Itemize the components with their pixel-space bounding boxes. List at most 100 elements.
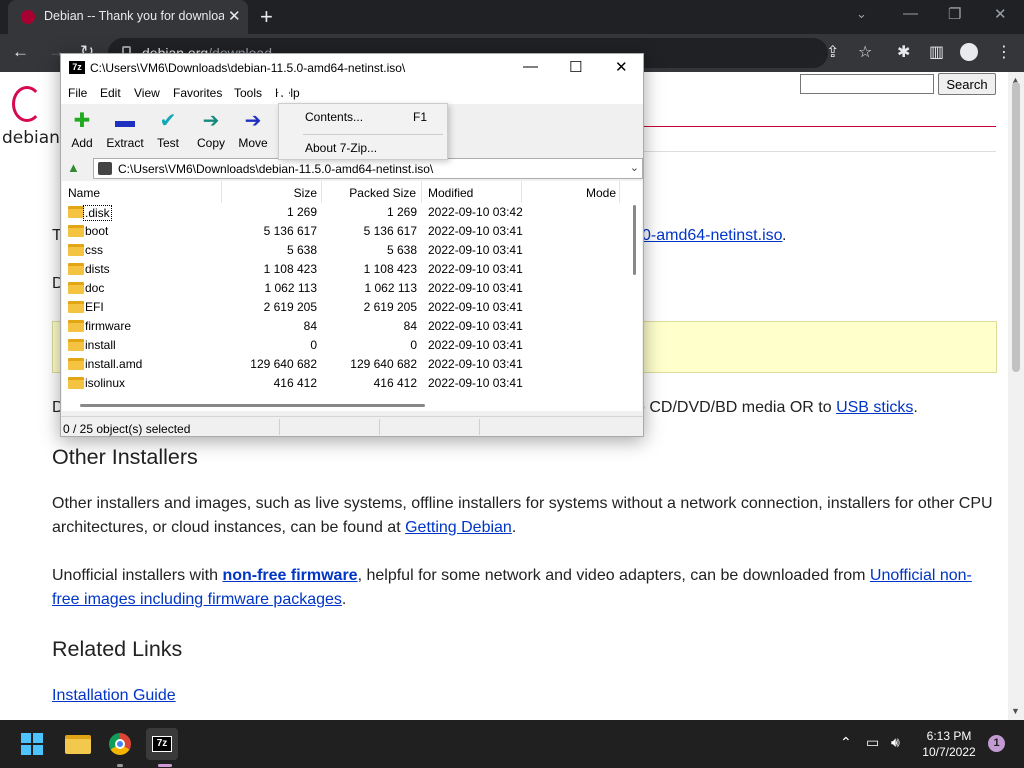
windows-start-icon[interactable] (21, 733, 43, 755)
minimize-icon[interactable]: — (903, 5, 918, 22)
non-free-firmware-link[interactable]: non-free firmware (222, 567, 357, 584)
menu-tools[interactable]: Tools (234, 86, 262, 100)
file-row[interactable]: doc 1 062 113 1 062 113 2022-09-10 03:41 (62, 279, 627, 298)
restore-icon[interactable]: ❐ (948, 5, 961, 23)
menu-favorites[interactable]: Favorites (173, 86, 222, 100)
menu-view[interactable]: View (134, 86, 160, 100)
folder-icon (68, 225, 84, 237)
file-row[interactable]: install.amd 129 640 682 129 640 682 2022… (62, 355, 627, 374)
7zip-address-input[interactable]: C:\Users\VM6\Downloads\debian-11.5.0-amd… (93, 158, 643, 179)
folder-icon (68, 320, 84, 332)
7zip-status-bar: 0 / 25 object(s) selected (61, 416, 643, 436)
clock-time: 6:13 PM (926, 729, 972, 743)
share-icon[interactable]: ⇪ (826, 42, 839, 62)
file-explorer-folder-icon (65, 735, 91, 754)
column-modified[interactable]: Modified (422, 181, 522, 203)
show-hidden-icons-chevron-icon[interactable]: ⌃ (840, 734, 852, 751)
installation-guide-link[interactable]: Installation Guide (52, 687, 176, 705)
drive-icon (98, 162, 112, 175)
7zip-file-list: Name Size Packed Size Modified Mode .dis… (62, 181, 642, 411)
getting-debian-link[interactable]: Getting Debian (405, 519, 512, 536)
move-button[interactable]: ➔ Move (230, 108, 276, 150)
new-tab-icon[interactable]: + (260, 4, 273, 30)
file-row[interactable]: css 5 638 5 638 2022-09-10 03:41 (62, 241, 627, 260)
iso-link-period: . (782, 227, 787, 244)
extract-button[interactable]: ▬ Extract (102, 108, 148, 150)
chrome-taskbar-button[interactable] (104, 728, 136, 760)
file-list-vertical-scrollbar[interactable] (628, 201, 642, 401)
file-row[interactable]: .disk 1 269 1 269 2022-09-10 03:42 (62, 203, 627, 222)
7zip-taskbar-icon: 7z (152, 736, 172, 752)
help-dropdown-menu: Contents... F1 About 7-Zip... (278, 103, 448, 160)
minus-icon: ▬ (115, 110, 135, 132)
copy-button[interactable]: ➔ Copy (188, 108, 234, 150)
usb-sticks-link[interactable]: USB sticks (836, 399, 913, 416)
chrome-logo-center (115, 739, 125, 749)
column-name[interactable]: Name (62, 181, 222, 203)
7zip-logo-icon: 7z (69, 61, 85, 74)
file-list-horizontal-thumb[interactable] (80, 404, 425, 407)
menu-file[interactable]: File (68, 86, 87, 100)
side-panel-icon[interactable]: ▥ (929, 42, 944, 62)
address-dropdown-icon[interactable]: ⌄ (630, 161, 639, 174)
file-row[interactable]: dists 1 108 423 1 108 423 2022-09-10 03:… (62, 260, 627, 279)
site-search-button[interactable]: Search (938, 73, 996, 95)
scroll-down-icon[interactable]: ▼ (1011, 706, 1020, 716)
file-row[interactable]: firmware 84 84 2022-09-10 03:41 (62, 317, 627, 336)
windows-taskbar: 7z ⌃ ▭ 🔊︎ 6:13 PM 10/7/2022 1 (0, 720, 1024, 768)
header-red-divider (640, 126, 996, 127)
test-button[interactable]: ✔ Test (145, 108, 191, 150)
folder-icon (68, 244, 84, 256)
status-divider (379, 419, 380, 435)
7zip-title-bar[interactable]: 7z C:\Users\VM6\Downloads\debian-11.5.0-… (61, 54, 643, 82)
move-arrow-icon: ➔ (244, 110, 262, 132)
chrome-running-indicator (117, 764, 123, 767)
menu-separator (303, 134, 443, 135)
page-scroll-thumb[interactable] (1012, 82, 1020, 372)
menu-edit[interactable]: Edit (100, 86, 121, 100)
netinst-iso-link[interactable]: 0-amd64-netinst.iso (642, 227, 783, 245)
system-clock[interactable]: 6:13 PM 10/7/2022 (918, 728, 980, 760)
page-scrollbar[interactable]: ▲ ▼ (1008, 72, 1024, 720)
debian-swirl-logo-icon (12, 86, 42, 122)
bookmark-star-icon[interactable]: ☆ (858, 42, 872, 62)
column-packed-size[interactable]: Packed Size (322, 181, 422, 203)
file-row[interactable]: EFI 2 619 205 2 619 205 2022-09-10 03:41 (62, 298, 627, 317)
7zip-close-icon[interactable]: ✕ (615, 58, 628, 76)
network-icon[interactable]: ▭ (866, 734, 879, 751)
tab-search-icon[interactable]: ⌄ (856, 6, 867, 22)
folder-icon (68, 282, 84, 294)
file-list-horizontal-scrollbar[interactable] (62, 401, 628, 411)
status-divider (479, 419, 480, 435)
status-divider (279, 419, 280, 435)
profile-avatar-icon[interactable] (960, 43, 978, 61)
plus-icon: ✚ (73, 110, 91, 132)
volume-icon[interactable]: 🔊︎ (891, 734, 900, 751)
7zip-minimize-icon[interactable]: — (523, 58, 538, 75)
folder-icon (68, 263, 84, 275)
browser-tab[interactable]: Debian -- Thank you for downloading Debi… (8, 0, 248, 34)
site-search-input[interactable] (800, 74, 934, 94)
folder-up-icon[interactable]: ▲ (67, 160, 80, 175)
file-row[interactable]: install 0 0 2022-09-10 03:41 (62, 336, 627, 355)
tab-close-icon[interactable]: ✕ (228, 7, 241, 25)
copy-arrow-icon: ➔ (202, 110, 220, 132)
clock-date: 10/7/2022 (922, 745, 976, 759)
column-size[interactable]: Size (222, 181, 322, 203)
column-mode[interactable]: Mode (522, 181, 620, 203)
chrome-menu-icon[interactable]: ⋮ (996, 42, 1012, 62)
file-row[interactable]: isolinux 416 412 416 412 2022-09-10 03:4… (62, 374, 627, 393)
file-row[interactable]: boot 5 136 617 5 136 617 2022-09-10 03:4… (62, 222, 627, 241)
header-gray-divider (640, 151, 996, 152)
close-window-icon[interactable]: ✕ (994, 5, 1007, 23)
unofficial-installers-paragraph: Unofficial installers with non-free firm… (52, 567, 972, 608)
notification-badge[interactable]: 1 (988, 735, 1005, 752)
7zip-maximize-icon[interactable]: ☐ (569, 58, 582, 76)
extensions-puzzle-icon[interactable]: ✱ (897, 42, 910, 62)
file-list-vertical-thumb[interactable] (633, 205, 636, 275)
file-explorer-taskbar-button[interactable] (62, 728, 94, 760)
7zip-taskbar-button[interactable]: 7z (146, 728, 178, 760)
add-button[interactable]: ✚ Add (59, 108, 105, 150)
folder-icon (68, 206, 84, 218)
back-icon[interactable]: ← (12, 42, 29, 62)
